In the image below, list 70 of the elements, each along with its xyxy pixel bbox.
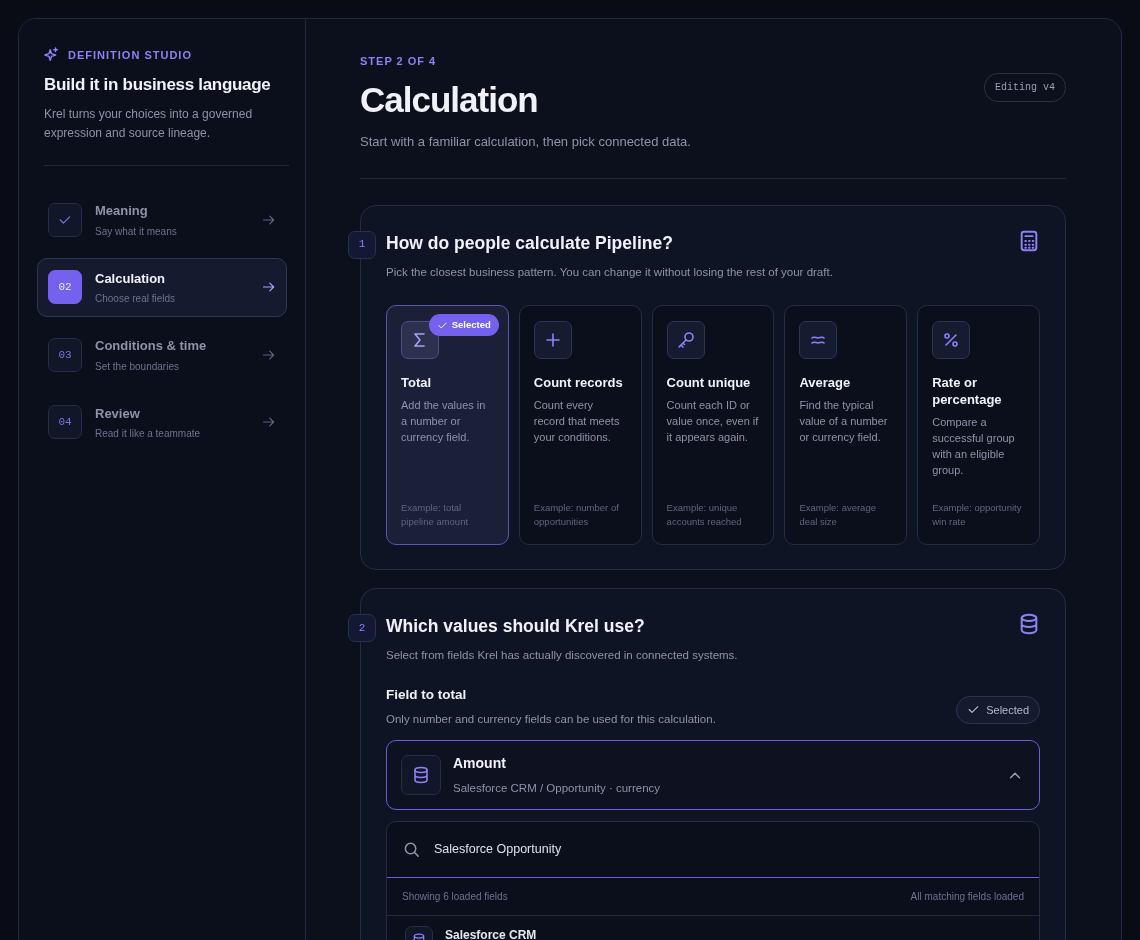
step-title: Calculation [95, 269, 167, 288]
option-description: Add the values in a number or currency field. [401, 398, 487, 445]
option-description: Count every record that meets your conditions. [533, 398, 621, 445]
option-title: Rate or percentage [932, 374, 1003, 408]
eyebrow-label: DEFINITION STUDIO [68, 48, 192, 63]
plus-icon [543, 331, 562, 349]
step-title: Meaning [95, 202, 149, 220]
page-subtitle: Start with a familiar calculation, then pick connected data. [360, 133, 691, 151]
step-item[interactable]: 03 Conditions & time Set the boundaries [37, 325, 287, 385]
section-description: Pick the closest business pattern. You can change it without losing the rest of your draft. [386, 264, 833, 280]
sidebar-description: Krel turns your choices into a governed expression and source lineage. [44, 106, 254, 142]
search-icon [403, 841, 420, 859]
pattern-option[interactable]: Selected Total Add the values in a number or currency field. Example: total pipeline amount [386, 305, 509, 545]
step-subtitle: Read it like a teammate [95, 427, 201, 441]
step-title: Conditions & time [95, 337, 207, 355]
results-count: Showing 6 loaded fields [402, 890, 508, 905]
check-icon [436, 319, 448, 331]
section-title: How do people calculate Pipeline? [386, 231, 674, 255]
field-hint: Only number and currency fields can be used for this calculation. [386, 711, 716, 727]
step-subtitle: Set the boundaries [95, 359, 180, 374]
pattern-option[interactable]: Count records Count every record that meets your conditions. Example: number of opportunities [518, 305, 642, 545]
arrow-icon [262, 347, 276, 362]
option-title: Count records [533, 374, 624, 391]
sidebar-title: Build it in business language [44, 73, 272, 96]
option-example: Example: number of opportunities [533, 501, 620, 529]
arrow-icon [262, 212, 276, 227]
sparkle-icon [44, 47, 60, 64]
step-badge: 04 [48, 405, 82, 440]
field-name: Amount [453, 754, 507, 773]
results-status: All matching fields loaded [910, 890, 1024, 905]
field-select[interactable]: Amount Salesforce CRM / Opportunity · currency [386, 740, 1040, 811]
database-icon [1018, 613, 1040, 635]
option-title: Count unique [666, 374, 752, 391]
step-title: Review [95, 404, 141, 423]
option-example: Example: unique accounts reached [666, 501, 743, 529]
pattern-option[interactable]: Rate or percentage Compare a successful group with an eligible group. Example: opportunity win rate [917, 305, 1040, 545]
pattern-option[interactable]: Average Find the typical value of a number or currency field. Example: average deal size [784, 305, 908, 545]
field-label: Field to total [386, 685, 468, 704]
database-icon [412, 766, 430, 785]
page-title: Calculation [360, 78, 539, 121]
step-item[interactable]: 02 Calculation Choose real fields [37, 257, 287, 317]
key-icon [676, 331, 695, 349]
option-description: Compare a successful group with an eligible group. [932, 415, 1016, 478]
step-item[interactable]: 04 Review Read it like a teammate [37, 392, 287, 452]
step-item[interactable]: Meaning Say what it means [37, 190, 287, 250]
option-description: Find the typical value of a number or currency field. [799, 398, 889, 445]
selected-label: Selected [451, 318, 491, 332]
field-path: Salesforce CRM / Opportunity · currency [453, 781, 661, 796]
status-label: Selected [986, 702, 1029, 718]
section-number: 2 [348, 614, 376, 642]
option-title: Total [401, 374, 433, 391]
percent-icon [942, 331, 961, 349]
version-badge: Editing v4 [984, 73, 1066, 102]
option-title: Average [799, 374, 852, 391]
option-description: Count each ID or value once, even if it appears again. [666, 398, 760, 445]
search-input[interactable]: Salesforce Opportunity [432, 839, 1023, 861]
step-badge: 03 [48, 337, 82, 372]
option-example: Example: average deal size [799, 501, 877, 529]
calculator-icon [1018, 229, 1040, 252]
section-title: Which values should Krel use? [386, 615, 646, 638]
step-badge: 02 [48, 270, 82, 305]
step-subtitle: Choose real fields [95, 292, 176, 306]
step-subtitle: Say what it means [95, 224, 177, 239]
section-number: 1 [348, 230, 376, 259]
step-label: STEP 2 OF 4 [360, 54, 438, 69]
section-description: Select from fields Krel has actually discovered in connected systems. [386, 648, 738, 664]
option-example: Example: total pipeline amount [401, 501, 470, 529]
option-example: Example: opportunity win rate [932, 501, 1023, 529]
result-name: Salesforce CRM [445, 927, 537, 940]
pattern-option[interactable]: Count unique Count each ID or value once, even if it appears again. Example: unique accounts reached [651, 305, 775, 545]
